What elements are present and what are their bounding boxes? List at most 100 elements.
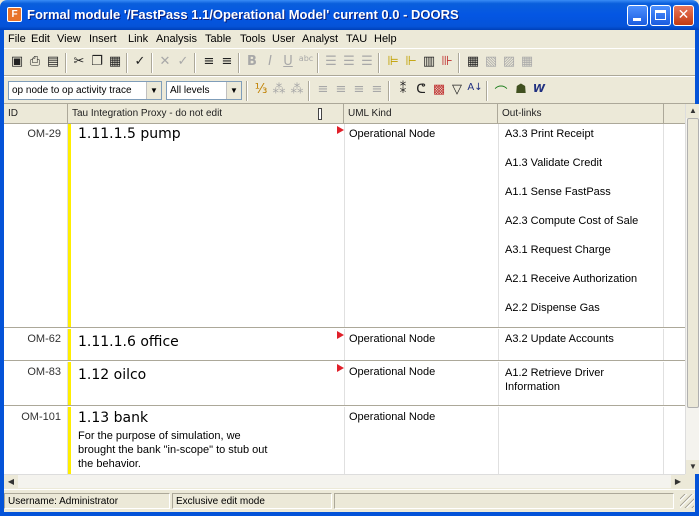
links-icon[interactable]: ᕦ: [412, 82, 430, 100]
menu-analyst[interactable]: Analyst: [302, 33, 338, 45]
align-right-icon[interactable]: ≡: [350, 82, 368, 100]
menu-analysis[interactable]: Analysis: [156, 33, 197, 45]
object-text-cell[interactable]: 1.11.1.5 pump: [72, 124, 344, 327]
resize-grip-icon[interactable]: [680, 494, 694, 508]
menu-tools[interactable]: Tools: [240, 33, 266, 45]
tree-icon[interactable]: ⁂: [288, 82, 306, 100]
vertical-scroll-thumb[interactable]: [687, 118, 699, 408]
spellcheck-icon[interactable]: ✓: [131, 54, 149, 72]
outlink-item[interactable]: A1.1 Sense FastPass: [505, 186, 611, 198]
horizontal-scroll-thumb[interactable]: [18, 476, 670, 487]
outlink-item[interactable]: A3.2 Update Accounts: [505, 333, 614, 345]
underline-icon[interactable]: U: [279, 54, 297, 72]
outdent-icon[interactable]: ☰: [358, 54, 376, 72]
tau-sync-icon[interactable]: ⌒: [492, 82, 510, 101]
scroll-left-icon[interactable]: ◀: [4, 475, 18, 488]
object-text-cell[interactable]: 1.13 bank For the purpose of simulation,…: [72, 407, 344, 474]
insert-column-icon[interactable]: ▧: [482, 54, 500, 72]
menu-link[interactable]: Link: [128, 33, 148, 45]
menu-tau[interactable]: TAU: [346, 33, 367, 45]
cut-icon[interactable]: ✂: [70, 54, 88, 72]
indent-icon[interactable]: ☰: [340, 54, 358, 72]
minimize-button[interactable]: [627, 5, 648, 26]
properties-icon[interactable]: ▤: [44, 54, 62, 72]
vertical-scrollbar[interactable]: ▲ ▼: [685, 104, 699, 474]
table-row[interactable]: OM-29 1.11.1.5 pump Operational Node A3.…: [4, 124, 685, 328]
object-id: OM-62: [4, 329, 68, 360]
outline-icon[interactable]: ⁂: [270, 82, 288, 100]
bold-icon[interactable]: B: [243, 54, 261, 72]
maximize-button[interactable]: [650, 5, 671, 26]
close-button[interactable]: ✕: [673, 5, 694, 26]
sort-icon[interactable]: A↓: [466, 82, 484, 100]
scroll-up-icon[interactable]: ▲: [686, 104, 699, 118]
table-row[interactable]: OM-83 1.12 oilco Operational Node A1.2 R…: [4, 362, 685, 406]
outlink-item[interactable]: A2.3 Compute Cost of Sale: [505, 215, 638, 227]
align-justify-icon[interactable]: ≡: [368, 82, 386, 100]
table-row[interactable]: OM-62 1.11.1.6 office Operational Node A…: [4, 329, 685, 361]
print-icon[interactable]: ⎙: [26, 54, 44, 72]
table-grid-icon[interactable]: ▦: [518, 54, 536, 72]
outlink-item[interactable]: A2.2 Dispense Gas: [505, 302, 600, 314]
column-header-id[interactable]: ID: [4, 104, 68, 124]
menu-file[interactable]: File: [8, 33, 26, 45]
level-select[interactable]: All levels ▼: [166, 81, 242, 100]
title-bar[interactable]: F Formal module '/FastPass 1.1/Operation…: [0, 0, 699, 30]
analyst-icon[interactable]: ☗: [512, 82, 530, 100]
word-export-icon[interactable]: W: [530, 82, 548, 100]
object-text-cell[interactable]: 1.12 oilco: [72, 362, 344, 405]
link-end-icon[interactable]: ⊩: [402, 54, 420, 72]
column-header-kind[interactable]: UML Kind: [344, 104, 498, 124]
graphics-icon[interactable]: ▩: [430, 82, 448, 100]
object-properties-icon[interactable]: ▥: [420, 54, 438, 72]
align-left-icon[interactable]: ≡: [314, 82, 332, 100]
outlink-item[interactable]: A2.1 Receive Authorization: [505, 273, 637, 285]
outlinks-cell[interactable]: A3.2 Update Accounts: [498, 329, 664, 360]
menu-view[interactable]: View: [57, 33, 81, 45]
discard-icon[interactable]: ✕: [156, 54, 174, 72]
outlink-item[interactable]: A3.1 Request Charge: [505, 244, 611, 256]
insert-below-icon[interactable]: ≡: [218, 54, 236, 72]
strikethrough-icon[interactable]: abc: [297, 54, 315, 72]
menu-edit[interactable]: Edit: [31, 33, 50, 45]
chevron-down-icon[interactable]: ▼: [146, 82, 161, 99]
accept-icon[interactable]: ✓: [174, 54, 192, 72]
menu-table[interactable]: Table: [205, 33, 231, 45]
insert-row-icon[interactable]: ▨: [500, 54, 518, 72]
chevron-down-icon[interactable]: ▼: [226, 82, 241, 99]
scroll-down-icon[interactable]: ▼: [686, 460, 699, 474]
link-module-icon[interactable]: ⊪: [438, 54, 456, 72]
table-icon[interactable]: ▦: [464, 54, 482, 72]
paste-icon[interactable]: ▦: [106, 54, 124, 72]
italic-icon[interactable]: I: [261, 54, 279, 72]
scroll-right-icon[interactable]: ▶: [671, 475, 685, 488]
insert-heading-icon[interactable]: ≡: [200, 54, 218, 72]
align-center-icon[interactable]: ≡: [332, 82, 350, 100]
outlink-item[interactable]: A3.3 Print Receipt: [505, 128, 594, 140]
save-icon[interactable]: ▣: [8, 54, 26, 72]
section-numbering-icon[interactable]: ⅓: [252, 82, 270, 100]
uml-kind-cell[interactable]: Operational Node: [344, 362, 498, 405]
filter-icon[interactable]: ▽: [448, 82, 466, 100]
menu-insert[interactable]: Insert: [89, 33, 117, 45]
column-header-outlinks[interactable]: Out-links: [498, 104, 664, 124]
outlinks-cell[interactable]: A3.3 Print Receipt A1.3 Validate Credit …: [498, 124, 664, 327]
copy-icon[interactable]: ❐: [88, 54, 106, 72]
table-row[interactable]: OM-101 1.13 bank For the purpose of simu…: [4, 407, 685, 474]
outlinks-cell[interactable]: A1.2 Retrieve Driver Information: [498, 362, 664, 405]
uml-kind-cell[interactable]: Operational Node: [344, 407, 498, 474]
column-header-text[interactable]: Tau Integration Proxy - do not edit: [68, 104, 344, 124]
outlink-item[interactable]: A1.2 Retrieve Driver Information: [505, 366, 655, 394]
outlink-item[interactable]: A1.3 Validate Credit: [505, 157, 602, 169]
outlinks-cell[interactable]: [498, 407, 664, 474]
horizontal-scrollbar[interactable]: ◀ ▶: [4, 474, 685, 488]
object-text-cell[interactable]: 1.11.1.6 office: [72, 329, 344, 360]
uml-kind-cell[interactable]: Operational Node: [344, 329, 498, 360]
bullet-list-icon[interactable]: ☰: [322, 54, 340, 72]
link-start-icon[interactable]: ⊫: [384, 54, 402, 72]
menu-user[interactable]: User: [272, 33, 295, 45]
view-select[interactable]: op node to op activity trace ▼: [8, 81, 162, 100]
tree-view-icon[interactable]: ⁑: [394, 82, 412, 100]
uml-kind-cell[interactable]: Operational Node: [344, 124, 498, 327]
menu-help[interactable]: Help: [374, 33, 397, 45]
